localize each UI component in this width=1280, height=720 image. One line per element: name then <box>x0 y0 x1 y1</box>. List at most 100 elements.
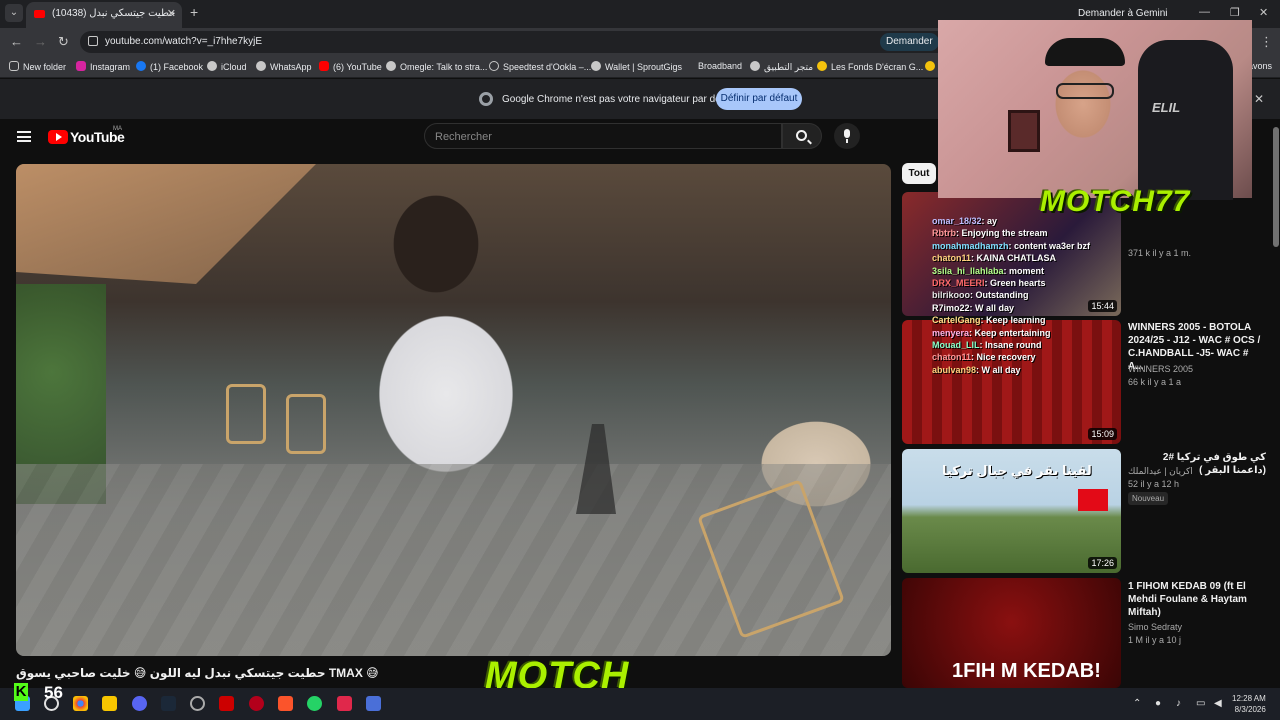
address-bar[interactable]: youtube.com/watch?v=_i7hhe7kyjE <box>80 31 950 53</box>
youtube-logo-icon[interactable] <box>48 130 68 144</box>
app-icon[interactable] <box>337 696 352 711</box>
new-badge: Nouveau <box>1128 492 1169 505</box>
page-scrollbar[interactable] <box>1272 119 1280 688</box>
tray-app-icon[interactable]: ● <box>1155 698 1161 709</box>
video-duration: 15:09 <box>1088 428 1117 440</box>
chat-text: : W all day <box>976 364 1021 375</box>
whatsapp-icon[interactable] <box>307 696 322 711</box>
bookmark-label: Speedtest d'Ookla –... <box>503 62 592 72</box>
chat-text: : content wa3er bzf <box>1008 240 1091 251</box>
maximize-icon[interactable]: ❐ <box>1230 6 1240 19</box>
tab-search-button[interactable]: ⌄ <box>5 4 23 22</box>
recommendation-channel[interactable]: Simo Sedraty <box>1128 622 1182 632</box>
chrome-icon <box>479 92 493 106</box>
obs-icon[interactable] <box>190 696 205 711</box>
recommendation-meta: 66 k il y a 1 a <box>1128 377 1182 387</box>
taskbar-clock[interactable]: 12:28 AM 8/3/2026 <box>1232 693 1266 715</box>
bookmark-facebook[interactable]: (1) Facebook <box>136 61 203 72</box>
bookmark-wallpapers[interactable]: Les Fonds D'écran G... <box>817 61 923 72</box>
chrome-icon[interactable] <box>73 696 88 711</box>
instagram-icon <box>76 61 86 71</box>
valorant-icon[interactable] <box>249 696 264 711</box>
chat-message: bilrikooo: Outstanding <box>932 290 1029 300</box>
reload-icon[interactable]: ↻ <box>58 34 69 50</box>
lightbulb-icon <box>925 61 935 71</box>
search-placeholder: Rechercher <box>435 131 492 143</box>
tray-chevron-icon[interactable]: ⌃ <box>1133 698 1141 709</box>
back-icon[interactable]: ← <box>10 34 23 49</box>
bookmark-label: Instagram <box>90 62 131 72</box>
active-tab[interactable]: (10438) حطيت جيتسكي نبدل ✕ <box>26 2 182 28</box>
bookmark-broadband[interactable]: Broadband <box>698 61 742 71</box>
bookmark-label: iCloud <box>221 62 247 72</box>
chat-username: Mouad_LIL <box>932 340 980 350</box>
new-tab-button[interactable]: + <box>190 4 198 20</box>
chair-scene <box>226 384 266 444</box>
bookmark-app-store[interactable]: متجر التطبيق <box>750 61 813 73</box>
recommendation-title[interactable]: 1 FIHOM KEDAB 09 (ft El Mehdi Foulane & … <box>1128 580 1266 619</box>
chat-username: abulvan98 <box>932 364 977 375</box>
discord-icon[interactable] <box>132 696 147 711</box>
chat-username: R7imo22 <box>932 302 970 313</box>
voice-search-button[interactable] <box>834 123 860 149</box>
globe-icon <box>386 61 396 71</box>
bookmark-omegle[interactable]: Omegle: Talk to stra... <box>386 61 487 72</box>
youtube-icon[interactable] <box>219 696 234 711</box>
bookmark-icloud[interactable]: iCloud <box>207 61 247 72</box>
bookmark-label: (6) YouTube <box>333 62 382 72</box>
chat-username: omar_18/32 <box>932 216 982 226</box>
brave-icon[interactable] <box>278 696 293 711</box>
chat-message: chaton11: KAINA CHATLASA <box>932 253 1056 263</box>
chat-message: monahmadhamzh: content wa3er bzf <box>932 241 1090 251</box>
scrollbar-thumb[interactable] <box>1273 127 1279 247</box>
chat-message: menyera: Keep entertaining <box>932 328 1051 338</box>
app-icon[interactable] <box>366 696 381 711</box>
file-explorer-icon[interactable] <box>102 696 117 711</box>
bookmark-label: Broadband <box>698 61 743 71</box>
folder-icon <box>9 61 19 71</box>
microphone-icon[interactable]: ♪ <box>1176 698 1181 709</box>
infobar-close-icon[interactable]: ✕ <box>1254 92 1264 106</box>
search-input[interactable]: Rechercher <box>424 123 782 149</box>
minimize-icon[interactable]: — <box>1199 6 1210 18</box>
recommendation-thumbnail[interactable]: 1FIH M KEDAB! <box>902 578 1121 688</box>
video-player[interactable] <box>16 164 891 656</box>
set-default-button[interactable]: Définir par défaut <box>716 88 802 110</box>
site-info-icon[interactable] <box>88 36 98 46</box>
close-window-icon[interactable]: ✕ <box>1259 6 1268 19</box>
recommendation-channel[interactable]: WINNERS 2005 <box>1128 364 1193 374</box>
chat-username: monahmadhamzh <box>932 240 1009 251</box>
turkey-flag-icon <box>1078 489 1108 511</box>
chat-text: : ay <box>981 216 998 226</box>
filter-chip-all[interactable]: Tout <box>902 163 936 184</box>
bookmark-speedtest[interactable]: Speedtest d'Ookla –... <box>489 61 591 72</box>
forward-icon[interactable]: → <box>34 34 47 49</box>
gemini-omnibox-button[interactable]: Demander <box>880 33 939 51</box>
bookmark-instagram[interactable]: Instagram <box>76 61 130 72</box>
chat-username: bilrikooo <box>932 290 970 301</box>
country-code: MA <box>113 126 122 132</box>
bookmark-sproutgigs[interactable]: Wallet | SproutGigs <box>591 61 682 72</box>
bookmark-youtube[interactable]: (6) YouTube <box>319 61 382 72</box>
steam-icon[interactable] <box>161 696 176 711</box>
chat-username: chaton11 <box>932 253 972 264</box>
recommendation-channel[interactable]: اكريان | عيدالملك <box>1128 466 1193 477</box>
chat-username: menyera <box>932 327 970 338</box>
recommendation-thumbnail[interactable]: لقينا بقر في جبال تركيا 17:26 <box>902 449 1121 573</box>
bookmark-new-folder[interactable]: New folder <box>9 61 66 72</box>
chat-message: omar_18/32: ay <box>932 216 997 226</box>
bookmark-whatsapp[interactable]: WhatsApp <box>256 61 312 72</box>
globe-icon <box>591 61 601 71</box>
awning-scene <box>16 164 316 284</box>
bookmark-label: WhatsApp <box>270 62 312 72</box>
video-duration: 17:26 <box>1088 557 1117 569</box>
network-icon[interactable]: ▭ <box>1196 698 1205 709</box>
volume-icon[interactable]: ◀ <box>1214 698 1222 709</box>
viewer-count: 56 <box>44 683 63 702</box>
close-tab-icon[interactable]: ✕ <box>167 7 176 20</box>
hamburger-menu-icon[interactable] <box>17 131 31 142</box>
bookmark-label: Omegle: Talk to stra... <box>400 62 488 72</box>
recommendation-thumbnail[interactable]: 15:09 <box>902 320 1121 444</box>
search-button[interactable] <box>782 123 822 149</box>
menu-kebab-icon[interactable]: ⋮ <box>1260 34 1273 50</box>
